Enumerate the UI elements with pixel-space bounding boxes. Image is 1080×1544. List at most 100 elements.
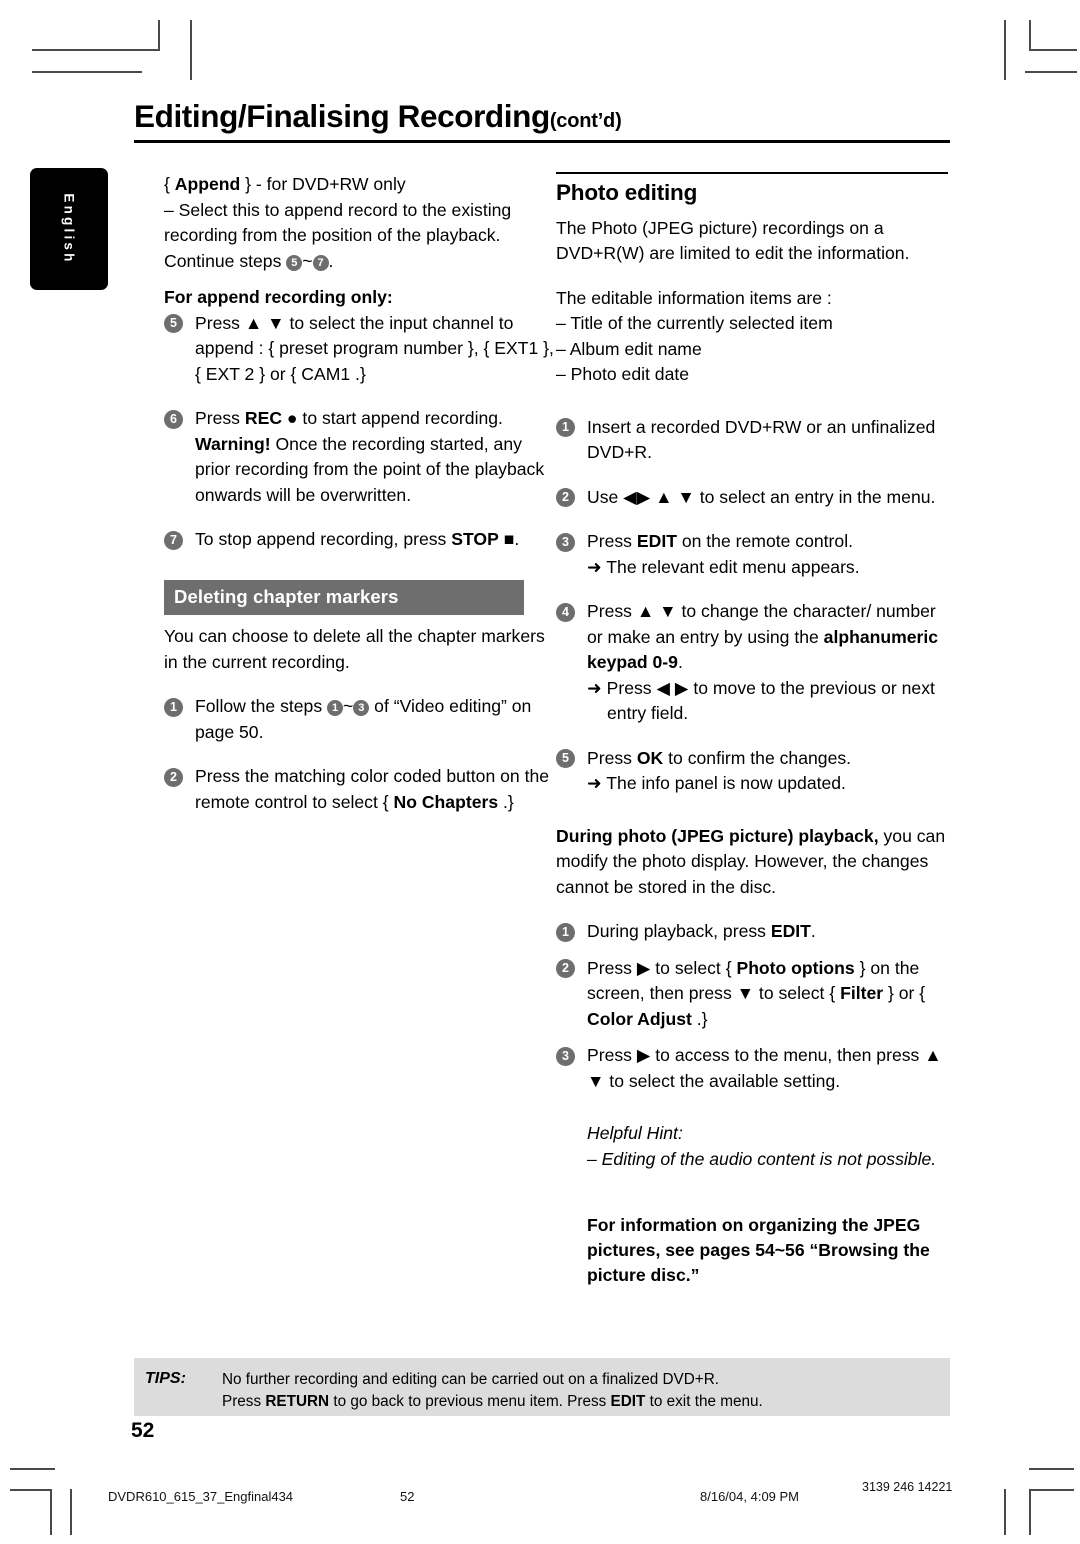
helpful-hint-title: Helpful Hint: [587, 1123, 683, 1144]
edit-button-label: EDIT [636, 531, 677, 552]
step-text: Insert a recorded DVD+RW or an unfinaliz… [587, 416, 936, 463]
list-item: – Album edit name [556, 338, 702, 359]
list-item: 2 Use ◀▶ ▲ ▼ to select an entry in the m… [556, 485, 948, 511]
tips-line-2: Press RETURN to go back to previous menu… [222, 1391, 763, 1413]
step-text: Press OK to confirm the changes. [587, 748, 851, 768]
list-item: – Photo edit date [556, 364, 690, 385]
step-text-mid2: } or { [883, 983, 926, 1004]
step-text: Press ▶ to select { Photo options } on t… [587, 958, 925, 1029]
step-text-post: . [810, 921, 816, 942]
deleting-chapter-markers-heading: Deleting chapter markers [164, 579, 524, 616]
page-number: 52 [131, 1419, 155, 1442]
result-line: ➜ The relevant edit menu appears. [587, 556, 860, 577]
jpeg-footnote: For information on organizing the JPEG p… [587, 1215, 930, 1286]
footer-page-number: 52 [400, 1489, 415, 1504]
step-text: Press ▶ to access to the menu, then pres… [587, 1045, 942, 1091]
list-item: 3 Press ▶ to access to the menu, then pr… [556, 1043, 948, 1094]
step-ref-3: 3 [353, 700, 370, 717]
tips-line-1: No further recording and editing can be … [222, 1371, 720, 1388]
footer-file-name: DVDR610_615_37_Engfinal434 [108, 1489, 294, 1504]
helpful-hint-text: – Editing of the audio content is not po… [587, 1148, 937, 1169]
list-item: 5 Press ▲ ▼ to select the input channel … [164, 311, 556, 388]
deleting-intro: You can choose to delete all the chapter… [164, 626, 545, 672]
step-number: 3 [556, 532, 575, 552]
step-text-pre: Follow the steps [195, 696, 328, 717]
crop-mark [32, 49, 160, 51]
step-number: 6 [164, 409, 183, 429]
color-adjust-option-label: Color Adjust [587, 1008, 692, 1029]
step-text-pre: Press ▶ to select { [587, 957, 737, 978]
language-tab: English [30, 168, 108, 290]
list-item: 5 Press OK to confirm the changes. ➜ The… [556, 746, 948, 797]
step-text-pre: Press [587, 531, 637, 552]
step-text-pre: During playback, press [587, 921, 771, 942]
step-number: 5 [164, 314, 183, 333]
append-term: Append [174, 174, 241, 194]
crop-mark [32, 71, 142, 73]
crop-mark [190, 20, 192, 80]
crop-mark [50, 1489, 52, 1535]
content-columns: { Append } - for DVD+RW only – Select th… [134, 172, 950, 1332]
crop-mark [1029, 20, 1031, 50]
tips-line-2-mid: to go back to previous menu item. Press [329, 1392, 611, 1410]
list-item: 1 Insert a recorded DVD+RW or an unfinal… [556, 415, 948, 466]
language-tab-label: English [61, 193, 77, 265]
append-description-text: – Select this to append record to the ex… [164, 199, 512, 271]
title-block: Editing/Finalising Recording(cont’d) [134, 98, 950, 144]
list-item: – Title of the currently selected item [556, 313, 833, 334]
step-text-post: on the remote control. [676, 531, 853, 552]
step-text: During playback, press EDIT. [587, 921, 816, 941]
result-line: ➜ Press ◀ ▶ to move to the previous or n… [587, 677, 935, 724]
page-header: Editing/Finalising Recording(cont’d) [134, 98, 950, 144]
append-description: – Select this to append record to the ex… [164, 199, 512, 271]
step-text-post: ● to start append recording. [282, 408, 503, 428]
crop-mark [1029, 49, 1077, 51]
crop-mark [1025, 71, 1077, 73]
list-item: 4 Press ▲ ▼ to change the character/ num… [556, 599, 948, 727]
right-column: Photo editing The Photo (JPEG picture) r… [556, 172, 948, 1288]
tips-content: No further recording and editing can be … [222, 1369, 763, 1412]
step-text-post: ■. [498, 529, 520, 549]
crop-mark [1004, 20, 1006, 80]
step-text: To stop append recording, press STOP ■. [195, 529, 519, 549]
return-button-label: RETURN [265, 1392, 330, 1410]
step-text: Press REC ● to start append recording. W… [195, 408, 544, 505]
rec-button-label: REC [244, 408, 283, 428]
list-item: 3 Press EDIT on the remote control. ➜ Th… [556, 529, 948, 580]
ok-button-label: OK [636, 747, 664, 768]
step-ref-5: 5 [286, 254, 303, 271]
append-heading: { Append } - for DVD+RW only [164, 174, 406, 194]
page-title-main: Editing/Finalising Recording [134, 98, 550, 134]
step-text-post: .} [498, 791, 514, 812]
page-title: Editing/Finalising Recording(cont’d) [134, 98, 950, 134]
step-number: 1 [164, 697, 183, 717]
list-item: 2 Press the matching color coded button … [164, 764, 556, 815]
append-description-tail: . [328, 250, 334, 271]
crop-mark [1029, 1489, 1074, 1491]
result-line: ➜ The info panel is now updated. [587, 773, 846, 794]
step-number: 4 [556, 602, 575, 622]
edit-button-label: EDIT [610, 1392, 646, 1410]
page-title-suffix: (cont’d) [549, 110, 622, 132]
during-playback-bold: During photo (JPEG picture) playback, [556, 825, 879, 846]
footer-timestamp: 8/16/04, 4:09 PM [700, 1489, 800, 1504]
step-text-pre: Press [195, 408, 245, 428]
step-text: Use ◀▶ ▲ ▼ to select an entry in the men… [587, 486, 936, 507]
crop-mark [10, 1489, 52, 1491]
crop-mark [1029, 1468, 1074, 1470]
step-ref-1: 1 [327, 700, 344, 717]
footer-document-code: 3139 246 14221 [862, 1480, 953, 1494]
tips-box: TIPS: No further recording and editing c… [134, 1358, 950, 1416]
step-number: 5 [556, 749, 575, 769]
warning-label: Warning! [195, 433, 271, 454]
step-number: 1 [556, 922, 575, 942]
filter-option-label: Filter [840, 983, 884, 1004]
step-ref-7: 7 [312, 254, 329, 271]
photo-editing-heading: Photo editing [556, 180, 698, 205]
crop-mark [10, 1468, 55, 1470]
step-text: Press ▲ ▼ to change the character/ numbe… [587, 601, 938, 672]
crop-mark [1029, 1489, 1031, 1535]
step-number: 1 [556, 418, 575, 438]
tips-label: TIPS: [145, 1370, 186, 1387]
editable-items-intro: The editable information items are : [556, 287, 832, 308]
